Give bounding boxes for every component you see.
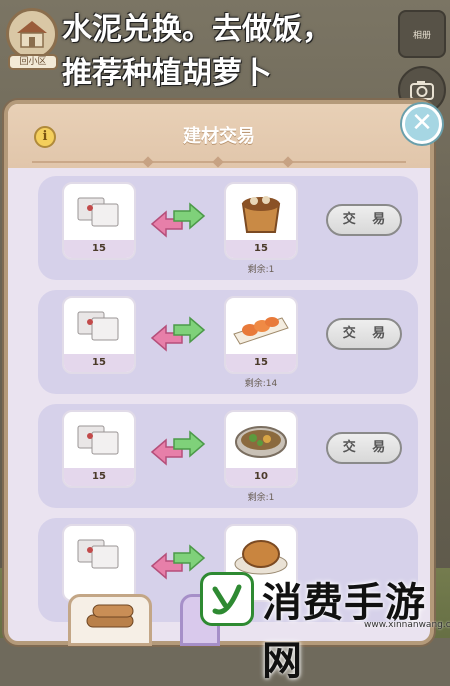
get-count: 10 [226, 468, 296, 486]
remaining-label: 剩余:1 [247, 265, 275, 275]
trade-row: 15 10 剩余:1 交 易 [38, 404, 418, 508]
divider-diamond-center [212, 156, 224, 168]
trade-row: 15 15 剩余:14 交 易 [38, 290, 418, 394]
trade-row: 15 15 剩余:1 交 易 [38, 176, 418, 280]
get-item-card: 15 [224, 182, 298, 260]
close-button[interactable]: ✕ [402, 104, 442, 144]
home-button-label: 回小区 [8, 54, 58, 70]
caption-line-2: 推荐种植胡萝卜 [62, 56, 272, 91]
category-tab-wood[interactable] [68, 594, 152, 646]
cement-bag-icon [77, 197, 119, 227]
panel-header: i 建材交易 [8, 104, 430, 168]
cement-bag-icon [77, 539, 119, 569]
fried-dumplings-icon [233, 317, 289, 345]
panel-title: 建材交易 [183, 126, 255, 147]
caption-line-1: 水泥兑换。去做饭， [62, 12, 332, 47]
trade-panel: i 建材交易 15 15 剩余:1 交 易 15 15 剩余:14 交 易 15… [4, 100, 434, 645]
overlay-caption: 水泥兑换。去做饭， 推荐种植胡萝卜 [62, 8, 402, 96]
trade-button[interactable]: 交 易 [326, 204, 402, 236]
house-icon [6, 8, 58, 60]
give-count: 15 [64, 240, 134, 258]
watermark-url: www.xinnanwang.com [364, 620, 450, 630]
give-count: 15 [64, 468, 134, 486]
give-item-card: 15 [62, 182, 136, 260]
give-item-card: 15 [62, 296, 136, 374]
remaining-label: 剩余:14 [244, 379, 278, 389]
swap-arrows-icon [150, 430, 206, 466]
get-item-card: 10 [224, 410, 298, 488]
trade-button[interactable]: 交 易 [326, 318, 402, 350]
home-button[interactable]: 回小区 [6, 8, 62, 72]
get-count: 15 [226, 354, 296, 372]
divider-diamond-right [282, 156, 294, 168]
cement-bag-icon [77, 311, 119, 341]
swap-arrows-icon [150, 316, 206, 352]
album-button-label: 相册 [412, 30, 431, 41]
watermark-logo-icon [200, 572, 254, 626]
camera-icon [410, 81, 434, 100]
wood-logs-icon [86, 604, 134, 628]
cement-bag-icon [77, 425, 119, 455]
remaining-label: 剩余:1 [247, 493, 275, 503]
trade-button[interactable]: 交 易 [326, 432, 402, 464]
give-item-card: 15 [62, 410, 136, 488]
close-icon: ✕ [411, 108, 433, 138]
swap-arrows-icon [150, 202, 206, 238]
get-item-card: 15 [224, 296, 298, 374]
give-count: 15 [64, 354, 134, 372]
mushroom-pie-icon [241, 196, 281, 233]
divider-diamond-left [142, 156, 154, 168]
give-item-card [62, 524, 136, 602]
site-watermark: 消费手游网 www.xinnanwang.com [190, 566, 450, 684]
vegetable-stew-icon [235, 426, 287, 458]
get-count: 15 [226, 240, 296, 258]
album-button[interactable]: 相册 [398, 10, 446, 58]
